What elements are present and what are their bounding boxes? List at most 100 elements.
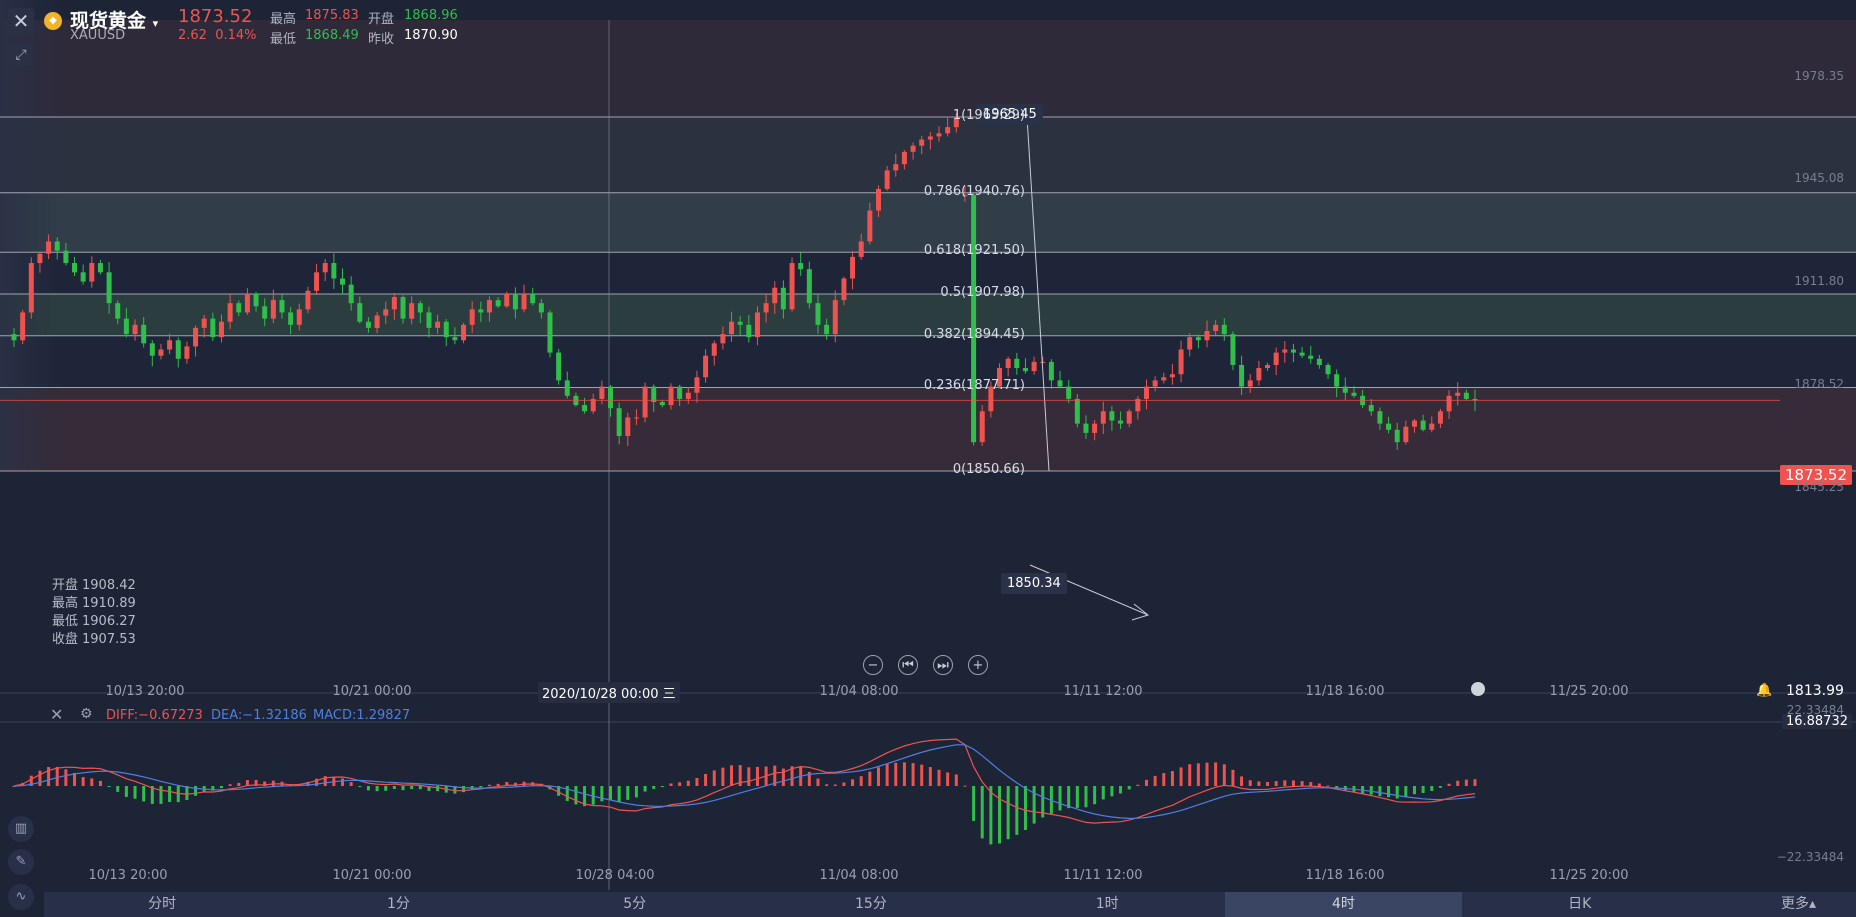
macd-bar — [747, 767, 751, 786]
zoom-out-icon[interactable]: − — [863, 655, 883, 675]
draw-tool-icon[interactable]: ⤢ — [10, 44, 32, 66]
macd-bar — [142, 786, 146, 802]
candle-body — [1022, 368, 1028, 372]
macd-bar — [384, 786, 388, 791]
macd-bar — [1110, 786, 1114, 797]
macd-close-icon[interactable]: ✕ — [50, 705, 63, 724]
macd-bar — [1369, 786, 1373, 795]
zoom-in-icon[interactable]: + — [968, 655, 988, 675]
close-icon[interactable]: ✕ — [8, 8, 34, 34]
macd-bar — [237, 782, 241, 786]
candle-body — [1031, 361, 1037, 372]
macd-bar — [1291, 780, 1295, 786]
macd-bar — [868, 771, 872, 786]
candle-body — [486, 300, 492, 313]
macd-bar — [349, 782, 353, 786]
tab-4h[interactable]: 4时 — [1225, 892, 1462, 917]
tab-daily[interactable]: 日K — [1462, 892, 1698, 917]
x-axis-label: 10/21 00:00 — [332, 684, 412, 699]
candle-body — [37, 253, 43, 264]
candle-body — [314, 272, 320, 291]
macd-bar — [652, 786, 656, 789]
tab-timeshare[interactable]: 分时 — [44, 892, 280, 917]
trend-icon[interactable]: ∿ — [8, 884, 34, 910]
macd-bar — [695, 777, 699, 786]
macd-bar — [1067, 786, 1071, 809]
fib-level-label: 0.786(1940.76) — [923, 183, 1025, 199]
price-change: 2.62 0.14% — [178, 28, 257, 43]
candle-body — [1118, 420, 1124, 424]
tab-5min[interactable]: 5分 — [517, 892, 753, 917]
skip-back-icon[interactable]: ⏮ — [898, 655, 918, 675]
crosshair-date: 2020/10/28 00:00 三 — [538, 682, 680, 703]
tab-more[interactable]: 更多▴ — [1698, 892, 1856, 917]
candle-body — [469, 309, 475, 325]
pencil-icon[interactable]: ✎ — [8, 849, 34, 875]
macd-bar — [565, 786, 569, 801]
macd-bar — [219, 786, 223, 789]
candle-body — [772, 287, 778, 304]
macd-bar — [55, 766, 59, 786]
candle-body — [945, 127, 951, 134]
candle-body — [1455, 392, 1461, 396]
macd-bar — [1119, 786, 1123, 794]
x-axis-label: 11/04 08:00 — [819, 684, 899, 699]
candle-body — [1083, 423, 1089, 433]
macd-bar — [833, 784, 837, 786]
candle-body — [158, 349, 164, 356]
chart-root: ✕ ⤢ ◆ 现货黄金 ▾ XAUUSD 1873.52 2.62 0.14% 最… — [0, 0, 1856, 917]
candle-body — [651, 386, 657, 403]
macd-bar — [1300, 781, 1304, 786]
macd-bar — [1274, 781, 1278, 786]
macd-bar — [1438, 786, 1442, 788]
fib-zone — [0, 252, 1856, 294]
candle-body — [789, 263, 795, 310]
fib-zone — [0, 0, 60, 470]
crosshair-dot-icon[interactable] — [1471, 682, 1485, 696]
y-axis-label: 1911.80 — [1794, 274, 1844, 289]
candle-body — [167, 340, 173, 350]
candle-body — [63, 250, 69, 264]
open-label: 开盘 — [368, 12, 395, 27]
candle-body — [746, 324, 752, 338]
tab-1min[interactable]: 1分 — [280, 892, 516, 917]
candle-body — [383, 309, 389, 316]
candle-body — [1213, 324, 1219, 331]
candle-body — [1066, 386, 1072, 399]
macd-bar — [859, 776, 863, 786]
candle-body — [642, 386, 648, 418]
open-value: 1868.96 — [404, 8, 458, 23]
macd-bar — [1205, 762, 1209, 786]
candle-body — [547, 312, 553, 353]
candle-body — [141, 324, 147, 344]
x-axis-label: 10/13 20:00 — [105, 684, 185, 699]
macd-settings-icon[interactable]: ⚙ — [80, 706, 93, 722]
skip-forward-icon[interactable]: ⏭ — [933, 655, 953, 675]
macd-bar — [159, 786, 163, 804]
alert-bell-icon[interactable]: 🔔 — [1756, 683, 1772, 698]
indicator-icon[interactable]: ▥ — [8, 816, 34, 842]
candle-body — [374, 315, 380, 328]
candle-body — [737, 321, 743, 325]
macd-bar — [1006, 786, 1010, 840]
macd-bar — [1101, 786, 1105, 800]
macd-bar — [634, 786, 638, 798]
macd-bar — [98, 780, 102, 786]
candle-body — [979, 411, 985, 443]
macd-bar — [1136, 784, 1140, 786]
candle-body — [504, 293, 510, 307]
candle-body — [270, 300, 276, 319]
macd-bar — [410, 786, 414, 790]
candle-body — [253, 293, 259, 307]
macd-bar — [116, 786, 120, 792]
macd-bar — [876, 767, 880, 786]
candle-body — [1057, 380, 1063, 387]
tab-1h[interactable]: 1时 — [989, 892, 1225, 917]
tab-15min[interactable]: 15分 — [753, 892, 989, 917]
candle-body — [417, 303, 423, 313]
candle-body — [348, 284, 354, 304]
chart-canvas[interactable] — [0, 0, 1856, 917]
candle-body — [132, 324, 138, 335]
macd-bar — [980, 786, 984, 839]
macd-bar — [660, 786, 664, 788]
